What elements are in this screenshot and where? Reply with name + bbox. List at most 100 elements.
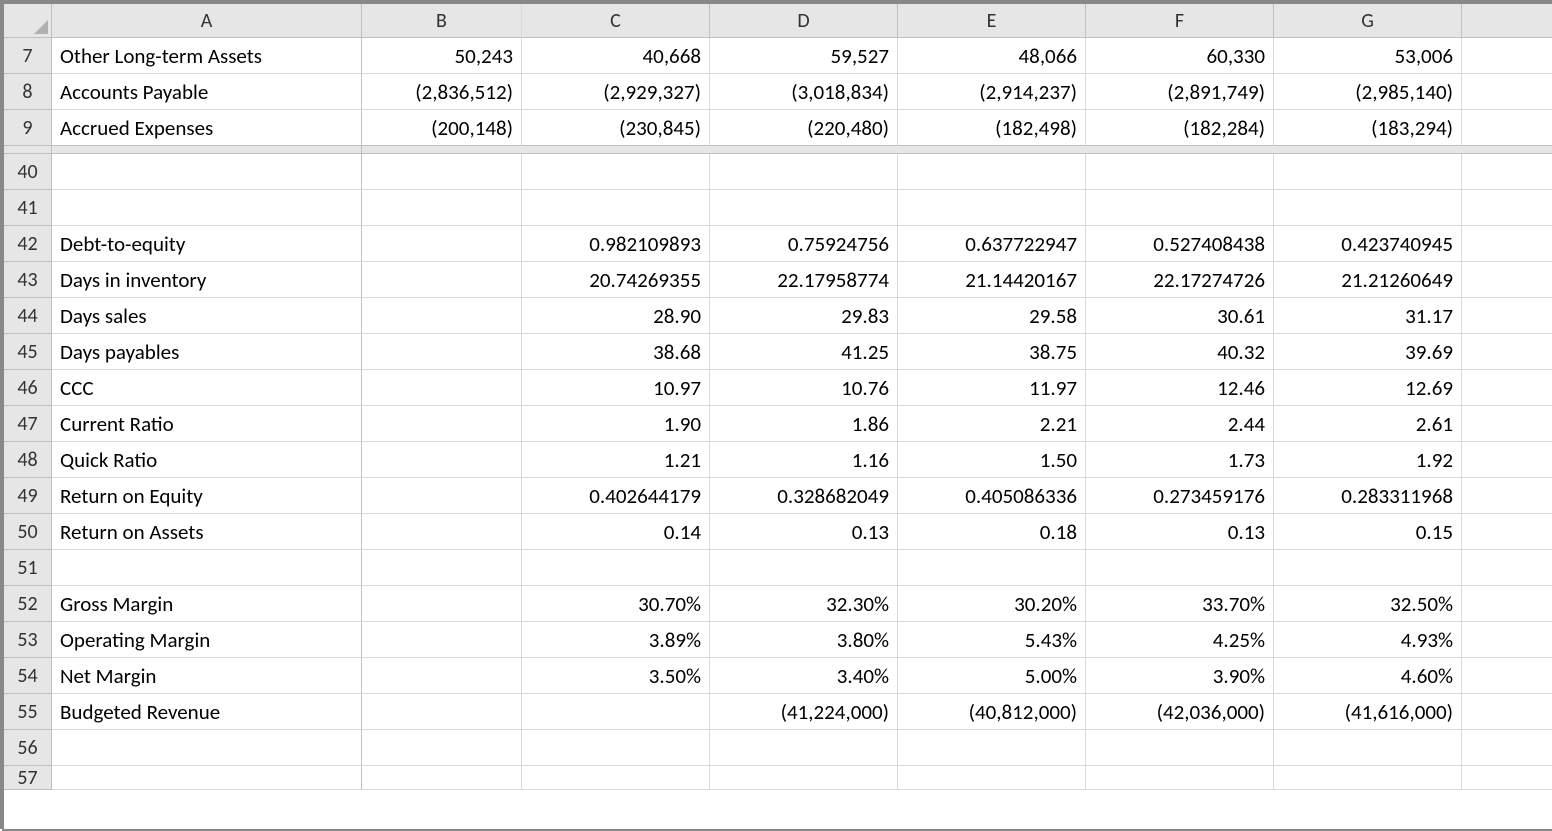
cell-D50[interactable]: 0.13 [710,514,898,550]
col-header-overflow[interactable] [1462,4,1552,38]
cell-G46[interactable]: 12.69 [1274,370,1462,406]
cell-A40[interactable] [52,154,362,190]
row-header-53[interactable]: 53 [4,622,52,658]
cell-overflow-9[interactable] [1462,110,1552,146]
cell-overflow-53[interactable] [1462,622,1552,658]
row-header-42[interactable]: 42 [4,226,52,262]
cell-A48[interactable]: Quick Ratio [52,442,362,478]
cell-G52[interactable]: 32.50% [1274,586,1462,622]
cell-C41[interactable] [522,190,710,226]
cell-G9[interactable]: (183,294) [1274,110,1462,146]
col-header-A[interactable]: A [52,4,362,38]
row-header-54[interactable]: 54 [4,658,52,694]
cell-A54[interactable]: Net Margin [52,658,362,694]
cell-B53[interactable] [362,622,522,658]
cell-D44[interactable]: 29.83 [710,298,898,334]
cell-A47[interactable]: Current Ratio [52,406,362,442]
cell-B45[interactable] [362,334,522,370]
cell-D8[interactable]: (3,018,834) [710,74,898,110]
row-header-43[interactable]: 43 [4,262,52,298]
cell-overflow-44[interactable] [1462,298,1552,334]
spreadsheet-grid[interactable]: A B C D E F G 7 Other Long-term Assets 5… [4,4,1552,829]
cell-E9[interactable]: (182,498) [898,110,1086,146]
cell-E55[interactable]: (40,812,000) [898,694,1086,730]
cell-D47[interactable]: 1.86 [710,406,898,442]
col-header-C[interactable]: C [522,4,710,38]
cell-D53[interactable]: 3.80% [710,622,898,658]
cell-G8[interactable]: (2,985,140) [1274,74,1462,110]
cell-overflow-51[interactable] [1462,550,1552,586]
cell-D55[interactable]: (41,224,000) [710,694,898,730]
cell-overflow-8[interactable] [1462,74,1552,110]
cell-D54[interactable]: 3.40% [710,658,898,694]
cell-A45[interactable]: Days payables [52,334,362,370]
cell-G53[interactable]: 4.93% [1274,622,1462,658]
cell-overflow-43[interactable] [1462,262,1552,298]
row-header-45[interactable]: 45 [4,334,52,370]
cell-F46[interactable]: 12.46 [1086,370,1274,406]
cell-G45[interactable]: 39.69 [1274,334,1462,370]
row-header-50[interactable]: 50 [4,514,52,550]
cell-A52[interactable]: Gross Margin [52,586,362,622]
cell-C55[interactable] [522,694,710,730]
row-header-44[interactable]: 44 [4,298,52,334]
cell-A50[interactable]: Return on Assets [52,514,362,550]
cell-B56[interactable] [362,730,522,766]
cell-D48[interactable]: 1.16 [710,442,898,478]
cell-overflow-7[interactable] [1462,38,1552,74]
cell-E53[interactable]: 5.43% [898,622,1086,658]
cell-A7[interactable]: Other Long-term Assets [52,38,362,74]
cell-C42[interactable]: 0.982109893 [522,226,710,262]
row-header-51[interactable]: 51 [4,550,52,586]
cell-D41[interactable] [710,190,898,226]
cell-B8[interactable]: (2,836,512) [362,74,522,110]
cell-C40[interactable] [522,154,710,190]
cell-overflow-49[interactable] [1462,478,1552,514]
cell-C8[interactable]: (2,929,327) [522,74,710,110]
cell-overflow-41[interactable] [1462,190,1552,226]
cell-F53[interactable]: 4.25% [1086,622,1274,658]
cell-F8[interactable]: (2,891,749) [1086,74,1274,110]
cell-overflow-47[interactable] [1462,406,1552,442]
cell-D40[interactable] [710,154,898,190]
cell-B43[interactable] [362,262,522,298]
cell-overflow-57[interactable] [1462,766,1552,790]
cell-F51[interactable] [1086,550,1274,586]
cell-F43[interactable]: 22.17274726 [1086,262,1274,298]
cell-C9[interactable]: (230,845) [522,110,710,146]
row-header-7[interactable]: 7 [4,38,52,74]
cell-A49[interactable]: Return on Equity [52,478,362,514]
cell-B42[interactable] [362,226,522,262]
col-header-F[interactable]: F [1086,4,1274,38]
cell-B52[interactable] [362,586,522,622]
cell-overflow-42[interactable] [1462,226,1552,262]
cell-G48[interactable]: 1.92 [1274,442,1462,478]
cell-A9[interactable]: Accrued Expenses [52,110,362,146]
cell-B44[interactable] [362,298,522,334]
row-header-55[interactable]: 55 [4,694,52,730]
cell-B50[interactable] [362,514,522,550]
cell-F41[interactable] [1086,190,1274,226]
cell-D46[interactable]: 10.76 [710,370,898,406]
cell-G40[interactable] [1274,154,1462,190]
cell-G56[interactable] [1274,730,1462,766]
cell-F55[interactable]: (42,036,000) [1086,694,1274,730]
row-header-49[interactable]: 49 [4,478,52,514]
row-header-56[interactable]: 56 [4,730,52,766]
cell-C48[interactable]: 1.21 [522,442,710,478]
cell-E7[interactable]: 48,066 [898,38,1086,74]
cell-G47[interactable]: 2.61 [1274,406,1462,442]
row-header-41[interactable]: 41 [4,190,52,226]
col-header-D[interactable]: D [710,4,898,38]
row-header-57[interactable]: 57 [4,766,52,790]
cell-C57[interactable] [522,766,710,790]
cell-C43[interactable]: 20.74269355 [522,262,710,298]
cell-B48[interactable] [362,442,522,478]
cell-G41[interactable] [1274,190,1462,226]
cell-C45[interactable]: 38.68 [522,334,710,370]
cell-D52[interactable]: 32.30% [710,586,898,622]
cell-F49[interactable]: 0.273459176 [1086,478,1274,514]
cell-E49[interactable]: 0.405086336 [898,478,1086,514]
cell-B54[interactable] [362,658,522,694]
cell-C52[interactable]: 30.70% [522,586,710,622]
